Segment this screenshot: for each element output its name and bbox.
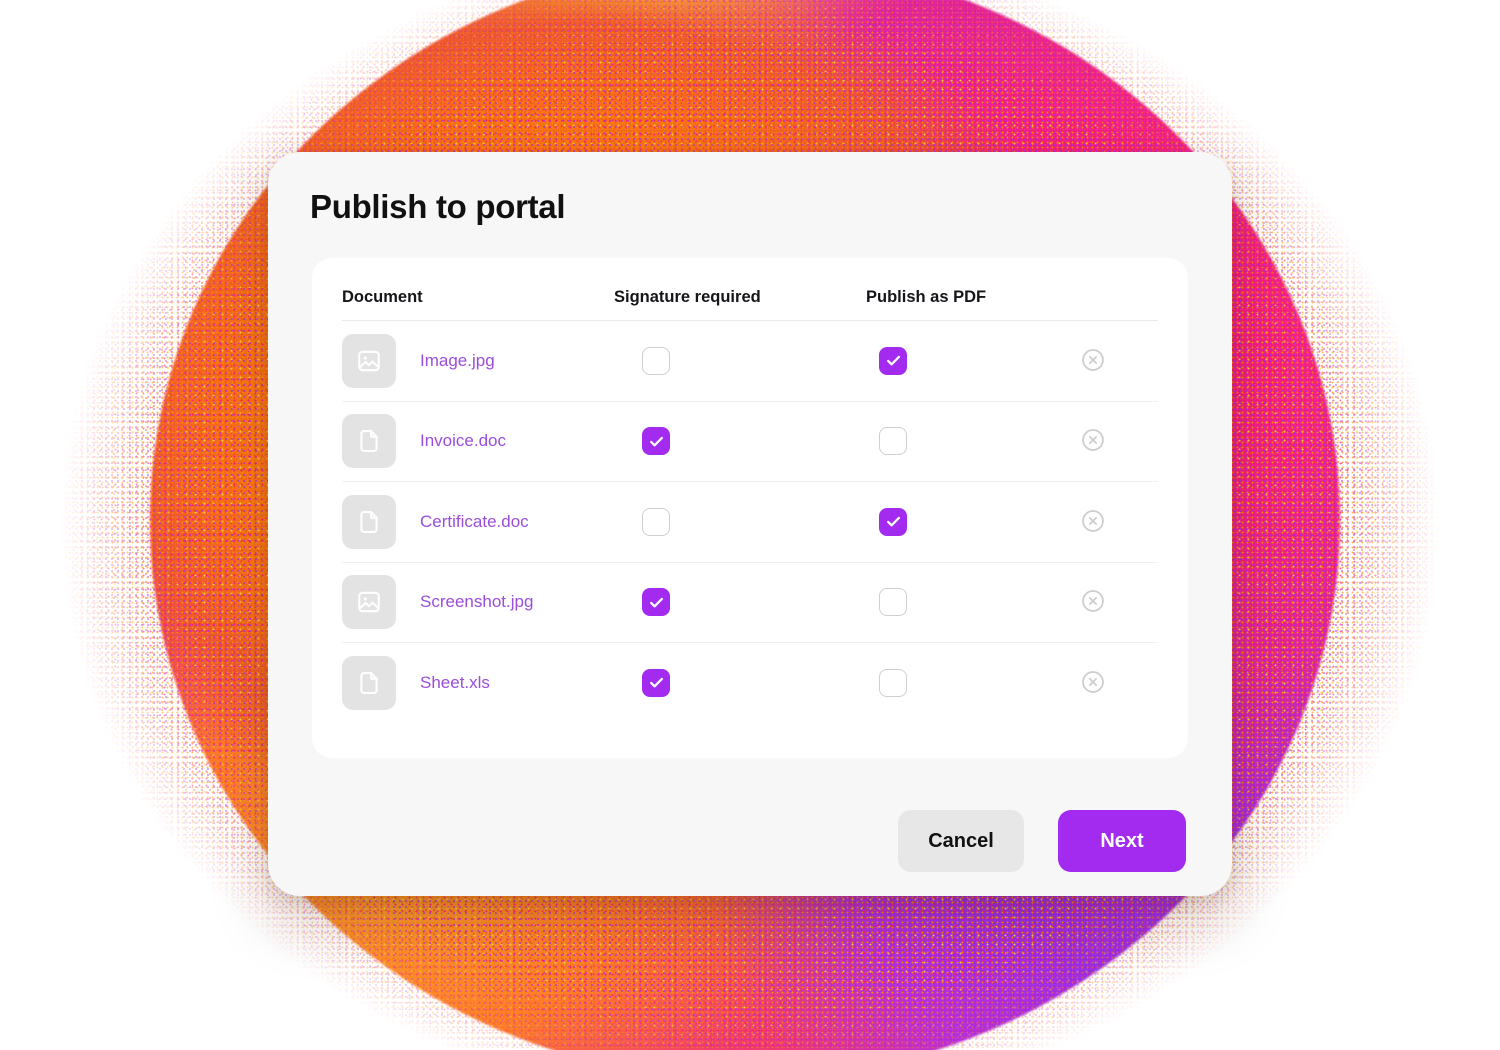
document-table-card: Document Signature required Publish as P…	[312, 258, 1188, 758]
image-file-icon	[342, 575, 396, 630]
document-file-icon	[342, 494, 396, 549]
publish-as-pdf-checkbox[interactable]	[879, 507, 907, 536]
document-file-icon	[342, 655, 396, 710]
table-row: Invoice.doc	[342, 402, 1158, 482]
remove-circle-icon[interactable]	[1080, 588, 1108, 616]
image-file-icon	[342, 333, 396, 388]
remove-circle-icon[interactable]	[1080, 669, 1108, 697]
table-row: Image.jpg	[342, 321, 1158, 402]
page-title: Publish to portal	[310, 188, 566, 225]
signature-required-checkbox[interactable]	[642, 346, 670, 375]
publish-to-portal-dialog: Publish to portal Document Signature req…	[268, 152, 1232, 896]
remove-circle-icon[interactable]	[1080, 347, 1108, 375]
table-row: Screenshot.jpg	[342, 563, 1158, 643]
column-header-publish-as-pdf: Publish as PDF	[866, 288, 987, 306]
file-name-link[interactable]: Screenshot.jpg	[420, 592, 533, 612]
publish-as-pdf-checkbox[interactable]	[879, 588, 907, 617]
file-name-link[interactable]: Sheet.xls	[420, 673, 490, 693]
table-header-row: Document Signature required Publish as P…	[342, 258, 1158, 321]
document-file-icon	[342, 414, 396, 469]
signature-required-checkbox[interactable]	[642, 427, 670, 456]
publish-as-pdf-checkbox[interactable]	[879, 427, 907, 456]
cancel-button[interactable]: Cancel	[898, 810, 1024, 872]
table-row: Certificate.doc	[342, 482, 1158, 563]
signature-required-checkbox[interactable]	[642, 507, 670, 536]
remove-circle-icon[interactable]	[1080, 508, 1108, 536]
column-header-signature-required: Signature required	[614, 288, 761, 306]
publish-as-pdf-checkbox[interactable]	[879, 668, 907, 697]
document-list: Image.jpg Invoice.doc Certificate.doc Sc…	[342, 321, 1158, 723]
file-name-link[interactable]: Invoice.doc	[420, 431, 506, 451]
signature-required-checkbox[interactable]	[642, 588, 670, 617]
publish-as-pdf-checkbox[interactable]	[879, 346, 907, 375]
remove-circle-icon[interactable]	[1080, 427, 1108, 455]
column-header-document: Document	[342, 288, 423, 306]
dialog-footer: Cancel Next	[268, 758, 1232, 896]
file-name-link[interactable]: Certificate.doc	[420, 512, 529, 532]
table-row: Sheet.xls	[342, 643, 1158, 723]
file-name-link[interactable]: Image.jpg	[420, 351, 495, 371]
signature-required-checkbox[interactable]	[642, 668, 670, 697]
next-button[interactable]: Next	[1058, 810, 1186, 872]
